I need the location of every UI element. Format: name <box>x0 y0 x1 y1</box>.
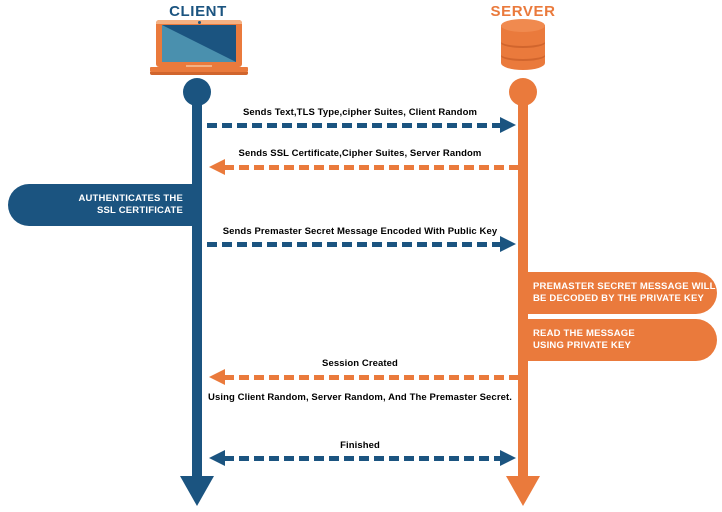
server-actor-label: SERVER <box>490 3 556 20</box>
banner-premaster-decode: PREMASTER SECRET MESSAGE WILL BE BE DECO… <box>519 272 722 314</box>
arrowhead-right <box>500 450 516 466</box>
dashed-line <box>224 456 501 461</box>
message-label-finished: Finished <box>340 440 380 451</box>
laptop-base-shadow <box>150 72 248 75</box>
banner-line-2: SSL CERTIFICATE <box>96 205 183 216</box>
banner-line-1: PREMASTER SECRET MESSAGE WILL BE <box>533 280 722 292</box>
laptop-icon <box>150 20 248 75</box>
dashed-line <box>207 123 501 128</box>
banner-line-1: AUTHENTICATES THE <box>78 192 183 204</box>
server-lifeline-arrowhead <box>506 476 540 506</box>
arrowhead-left <box>209 159 225 175</box>
client-lifeline-arrowhead <box>180 476 214 506</box>
banner-line-2: USING PRIVATE KEY <box>533 340 632 351</box>
banner-authenticates-ssl-certificate: AUTHENTICATES THE SSL CERTIFICATE <box>8 184 197 226</box>
message-label-session-created: Session Created <box>322 358 398 369</box>
database-ring-fill-1 <box>501 37 545 46</box>
database-icon <box>501 19 545 76</box>
laptop-screen <box>162 25 236 62</box>
message-label-premaster-secret: Sends Premaster Secret Message Encoded W… <box>222 226 498 237</box>
banner-line-1: READ THE MESSAGE <box>533 327 635 339</box>
database-cylinder-top <box>501 19 545 32</box>
message-arrow-session-created <box>209 369 518 385</box>
banner-read-message: READ THE MESSAGE USING PRIVATE KEY <box>519 319 717 361</box>
tls-handshake-diagram: CLIENT SERVER Sends Text,TLS Type,cipher… <box>0 0 722 512</box>
message-arrow-client-hello <box>207 117 516 133</box>
laptop-camera-icon <box>198 21 201 24</box>
dashed-line <box>207 242 501 247</box>
arrowhead-right <box>500 117 516 133</box>
client-lifeline <box>192 90 202 478</box>
database-ring-fill-2 <box>501 50 545 59</box>
arrowhead-right <box>500 236 516 252</box>
dashed-line <box>224 165 518 170</box>
client-actor-label: CLIENT <box>169 3 227 20</box>
message-arrow-server-hello <box>209 159 518 175</box>
banner-line-2: BE DECODED BY THE PRIVATE KEY <box>533 293 705 304</box>
dashed-line <box>224 375 518 380</box>
arrowhead-left <box>209 450 225 466</box>
arrowhead-left <box>209 369 225 385</box>
message-sublabel-session-created: Using Client Random, Server Random, And … <box>207 392 513 403</box>
message-arrow-premaster-secret <box>207 236 516 252</box>
message-arrow-finished <box>209 450 516 466</box>
message-label-client-hello: Sends Text,TLS Type,cipher Suites, Clien… <box>242 107 478 118</box>
message-label-server-hello: Sends SSL Certificate,Cipher Suites, Ser… <box>238 148 482 159</box>
